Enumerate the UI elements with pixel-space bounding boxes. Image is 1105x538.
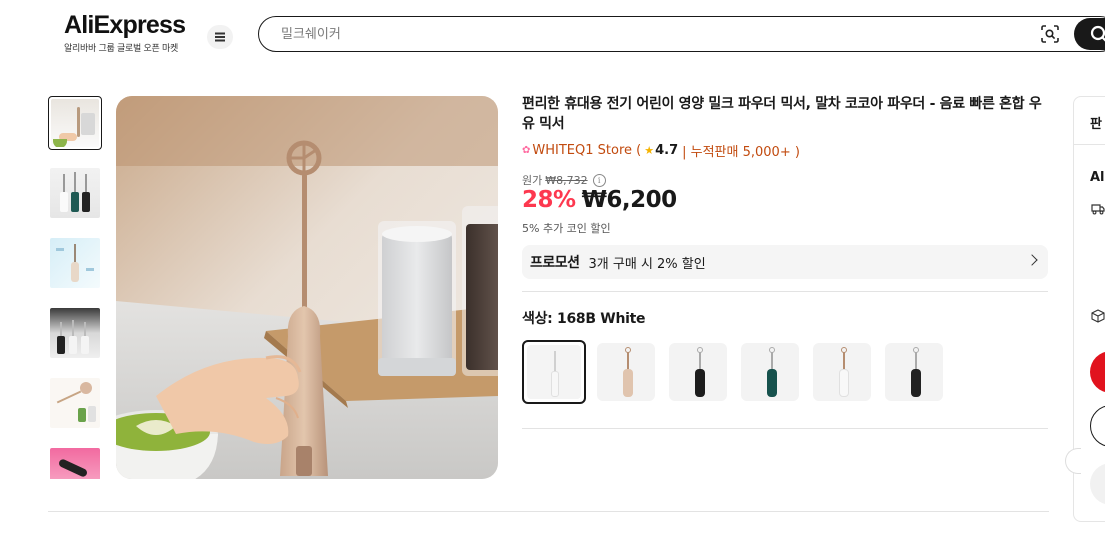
chevron-right-icon — [1026, 254, 1038, 266]
main-product-image[interactable] — [116, 96, 498, 479]
product-title: 편리한 휴대용 전기 어린이 영양 밀크 파우더 믹서, 말차 코코아 파우더 … — [522, 96, 1042, 132]
thumbnail-3[interactable] — [48, 236, 102, 290]
search-button[interactable] — [1074, 18, 1105, 50]
color-swatch-4[interactable] — [741, 343, 799, 401]
promotion-text: 3개 구매 시 2% 할인 — [588, 256, 706, 272]
info-icon[interactable]: i — [592, 173, 606, 187]
color-swatch-3[interactable] — [669, 343, 727, 401]
thumbnail-5[interactable] — [48, 376, 102, 430]
thumbnail-6[interactable] — [48, 446, 102, 479]
color-swatch-1[interactable] — [522, 340, 586, 404]
store-rating: 4.7 — [655, 143, 679, 158]
store-link[interactable]: ✿ WHITEQ1 Store ( ★ 4.7 | 누적판매 5,000+ ) — [522, 141, 800, 160]
add-to-cart-button[interactable] — [1090, 405, 1105, 447]
thumbnail-4[interactable] — [48, 306, 102, 360]
promotion-title: 프로모션 — [530, 255, 580, 271]
color-swatch-5[interactable] — [813, 343, 871, 401]
original-price-row: 원가 ₩8,732 i — [522, 172, 606, 188]
divider — [48, 511, 1049, 512]
price-row: 28% ₩6,200 — [522, 187, 677, 213]
panel-collapse-handle[interactable] — [1065, 448, 1081, 474]
aliexpress-logo[interactable]: AliExpress 알리바바 그룹 글로벌 오픈 마켓 — [64, 12, 188, 54]
package-icon — [1091, 309, 1105, 323]
divider — [1074, 144, 1105, 145]
star-icon: ★ — [644, 144, 655, 157]
store-badge-icon: ✿ — [522, 145, 531, 156]
product-photo — [116, 96, 498, 479]
search-input[interactable] — [281, 23, 1021, 45]
search-icon — [1090, 25, 1105, 42]
search-bar — [258, 16, 1105, 52]
shipping-header: Ali — [1090, 170, 1105, 185]
store-sales: | 누적판매 5,000+ ) — [682, 145, 800, 160]
color-swatch-list — [522, 340, 962, 404]
thumbnail-1[interactable] — [48, 96, 102, 150]
discount-percent: 28% — [522, 187, 576, 213]
current-price: ₩6,200 — [581, 187, 678, 213]
store-name: WHITEQ1 Store ( — [532, 143, 642, 158]
divider — [522, 291, 1048, 292]
original-price-label: 원가 — [522, 174, 543, 187]
seller-header: 판 — [1090, 117, 1102, 132]
thumbnail-2[interactable] — [48, 166, 102, 220]
share-button[interactable] — [1090, 463, 1105, 505]
truck-icon — [1091, 204, 1105, 215]
coin-discount-note: 5% 추가 코인 할인 — [522, 222, 611, 235]
buy-now-button[interactable] — [1090, 351, 1105, 393]
thumbnail-list — [48, 96, 102, 479]
original-price: ₩8,732 — [545, 173, 588, 187]
promotion-bar[interactable]: 프로모션 3개 구매 시 2% 할인 — [522, 245, 1048, 279]
divider — [522, 428, 1048, 429]
hamburger-menu-icon[interactable] — [207, 25, 233, 49]
color-swatch-6[interactable] — [885, 343, 943, 401]
color-option-label: 색상: 168B White — [522, 311, 646, 327]
color-swatch-2[interactable] — [597, 343, 655, 401]
logo-subtitle: 알리바바 그룹 글로벌 오픈 마켓 — [64, 44, 178, 54]
logo-text: AliExpress — [64, 11, 186, 39]
image-search-icon[interactable] — [1040, 24, 1060, 44]
